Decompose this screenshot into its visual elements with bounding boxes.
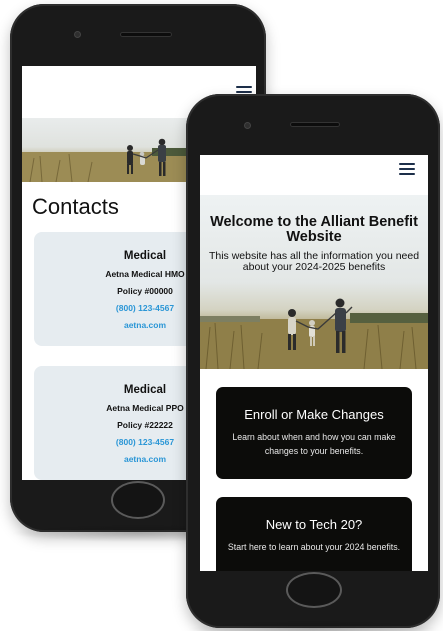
hero-subtitle: This website has all the information you… <box>208 250 420 273</box>
speaker-grille <box>120 32 172 37</box>
enroll-or-make-changes-card[interactable]: Enroll or Make Changes Learn about when … <box>216 387 412 479</box>
card-title: Enroll or Make Changes <box>244 407 384 422</box>
front-camera-icon <box>244 122 251 129</box>
hero-title: Welcome to the Alliant Benefit Website <box>210 214 418 245</box>
card-description: Learn about when and how you can make ch… <box>232 432 396 456</box>
home-button <box>111 481 165 519</box>
site-header <box>200 155 428 195</box>
speaker-grille <box>290 122 340 127</box>
home-button <box>286 572 342 608</box>
front-phone-screen: Welcome to the Alliant Benefit Website T… <box>200 155 428 571</box>
front-phone-mockup: Welcome to the Alliant Benefit Website T… <box>186 94 440 631</box>
card-title: New to Tech 20? <box>265 517 363 532</box>
new-to-tech-20-card[interactable]: New to Tech 20? Start here to learn abou… <box>216 497 412 571</box>
hero-banner: Welcome to the Alliant Benefit Website T… <box>200 195 428 369</box>
front-camera-icon <box>74 31 81 38</box>
hamburger-menu-icon[interactable] <box>399 163 415 176</box>
contacts-heading: Contacts <box>32 194 119 219</box>
card-description: Start here to learn about your 2024 bene… <box>227 542 401 552</box>
